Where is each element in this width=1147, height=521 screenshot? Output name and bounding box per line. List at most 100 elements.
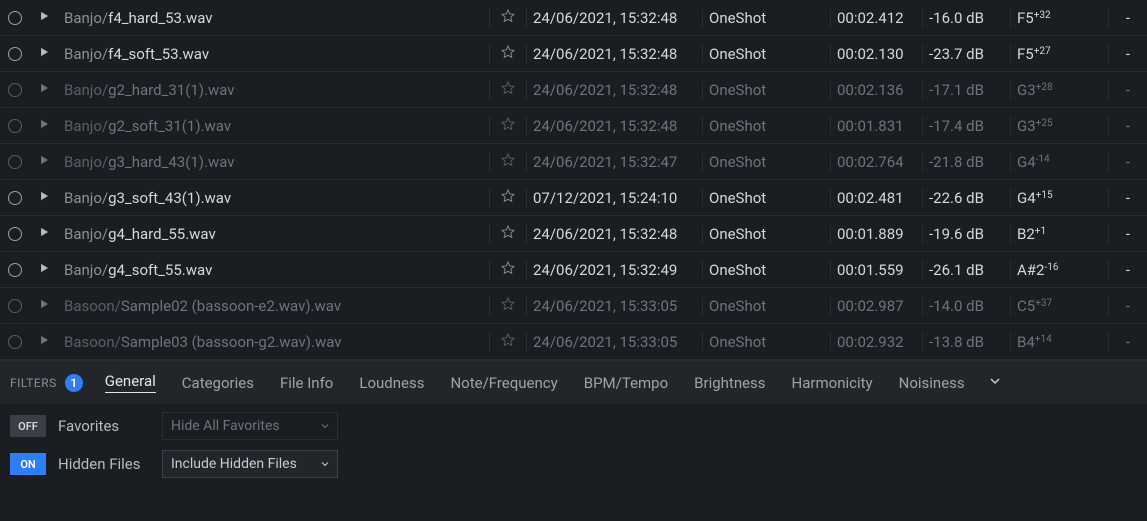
play-icon[interactable]: [37, 45, 51, 63]
play-icon[interactable]: [37, 9, 51, 27]
note-cell: G4-14: [1011, 153, 1109, 171]
file-name: g3_hard_43(1).wav: [108, 153, 234, 171]
table-row[interactable]: Basoon/Sample02 (bassoon-e2.wav).wav24/0…: [0, 288, 1147, 324]
note-value: A#2: [1017, 261, 1044, 279]
star-icon[interactable]: [500, 152, 516, 172]
star-icon[interactable]: [500, 296, 516, 316]
note-cell: B2+1: [1011, 225, 1109, 243]
play-icon[interactable]: [37, 333, 51, 351]
note-value: F5: [1017, 9, 1034, 27]
play-icon[interactable]: [37, 189, 51, 207]
note-cents: -14: [1036, 154, 1050, 165]
date-cell: 24/06/2021, 15:32:48: [527, 225, 703, 243]
note-cell: B4+14: [1011, 333, 1109, 351]
star-icon[interactable]: [500, 188, 516, 208]
row-select-radio[interactable]: [8, 11, 22, 25]
chevron-down-icon[interactable]: [987, 373, 1003, 393]
play-icon[interactable]: [37, 117, 51, 135]
star-icon[interactable]: [500, 116, 516, 136]
date-cell: 24/06/2021, 15:32:48: [527, 9, 703, 27]
row-select-radio[interactable]: [8, 119, 22, 133]
star-icon[interactable]: [500, 224, 516, 244]
table-row[interactable]: Banjo/g4_hard_55.wav 24/06/2021, 15:32:48…: [0, 216, 1147, 252]
file-name: g4_hard_55.wav: [108, 225, 216, 243]
note-cell: A#2-16: [1011, 261, 1109, 279]
folder-path: Banjo/: [64, 117, 108, 135]
favorites-label: Favorites: [58, 417, 150, 435]
filter-tab-file-info[interactable]: File Info: [280, 374, 333, 392]
folder-path: Basoon/: [64, 333, 121, 351]
duration-cell: 00:02.764: [831, 153, 923, 171]
table-row[interactable]: Banjo/g3_hard_43(1).wav24/06/2021, 15:32…: [0, 144, 1147, 180]
folder-path: Banjo/: [64, 261, 108, 279]
row-select-radio[interactable]: [8, 263, 22, 277]
play-icon[interactable]: [37, 225, 51, 243]
filter-tab-bpm-tempo[interactable]: BPM/Tempo: [584, 374, 668, 392]
folder-path: Basoon/: [64, 297, 121, 315]
loudness-cell: -22.6 dB: [923, 189, 1011, 207]
hidden-files-toggle[interactable]: ON: [10, 453, 46, 475]
type-cell: OneShot: [703, 225, 831, 243]
row-select-radio[interactable]: [8, 155, 22, 169]
table-row[interactable]: Banjo/f4_soft_53.wav24/06/2021, 15:32:48…: [0, 36, 1147, 72]
table-row[interactable]: Banjo/g3_soft_43(1).wav07/12/2021, 15:24…: [0, 180, 1147, 216]
loudness-cell: -14.0 dB: [923, 297, 1011, 315]
star-icon[interactable]: [500, 260, 516, 280]
row-select-radio[interactable]: [8, 83, 22, 97]
table-row[interactable]: Basoon/Sample03 (bassoon-g2.wav).wav24/0…: [0, 324, 1147, 360]
type-cell: OneShot: [703, 81, 831, 99]
favorites-filter-row: OFF Favorites Hide All Favorites: [10, 412, 1137, 440]
file-name-cell: Banjo/g2_hard_31(1).wav: [58, 81, 489, 99]
date-cell: 24/06/2021, 15:32:48: [527, 81, 703, 99]
note-value: C5: [1017, 297, 1035, 315]
star-icon[interactable]: [500, 8, 516, 28]
type-cell: OneShot: [703, 9, 831, 27]
row-select-radio[interactable]: [8, 335, 22, 349]
hidden-files-select[interactable]: Include Hidden Files: [162, 450, 338, 478]
type-cell: OneShot: [703, 189, 831, 207]
filter-tab-harmonicity[interactable]: Harmonicity: [792, 374, 873, 392]
row-select-radio[interactable]: [8, 47, 22, 61]
favorites-select-value: Hide All Favorites: [171, 418, 280, 434]
play-icon[interactable]: [37, 261, 51, 279]
filter-tab-loudness[interactable]: Loudness: [359, 374, 424, 392]
play-icon[interactable]: [37, 81, 51, 99]
note-value: F5: [1017, 45, 1034, 63]
row-select-radio[interactable]: [8, 227, 22, 241]
trailing-cell: -: [1109, 81, 1147, 99]
file-name: g3_soft_43(1).wav: [108, 189, 231, 207]
star-icon[interactable]: [500, 332, 516, 352]
loudness-cell: -23.7 dB: [923, 45, 1011, 63]
loudness-cell: -13.8 dB: [923, 333, 1011, 351]
date-cell: 24/06/2021, 15:33:05: [527, 297, 703, 315]
table-row[interactable]: Banjo/g2_hard_31(1).wav 24/06/2021, 15:32…: [0, 72, 1147, 108]
duration-cell: 00:01.559: [831, 261, 923, 279]
file-name-cell: Banjo/g3_soft_43(1).wav: [58, 189, 489, 207]
table-row[interactable]: Banjo/g2_soft_31(1).wav24/06/2021, 15:32…: [0, 108, 1147, 144]
filter-tab-general[interactable]: General: [105, 372, 156, 393]
play-icon[interactable]: [37, 153, 51, 171]
table-row[interactable]: Banjo/f4_hard_53.wav24/06/2021, 15:32:48…: [0, 0, 1147, 36]
row-select-radio[interactable]: [8, 299, 22, 313]
note-value: G3: [1017, 117, 1036, 135]
filter-tab-noisiness[interactable]: Noisiness: [899, 374, 965, 392]
trailing-cell: -: [1109, 117, 1147, 135]
row-select-radio[interactable]: [8, 191, 22, 205]
trailing-cell: -: [1109, 225, 1147, 243]
folder-path: Banjo/: [64, 225, 108, 243]
star-icon[interactable]: [500, 80, 516, 100]
note-cents: +1: [1035, 226, 1046, 237]
filter-tab-note-frequency[interactable]: Note/Frequency: [450, 374, 557, 392]
date-cell: 24/06/2021, 15:32:47: [527, 153, 703, 171]
note-cell: G3+28: [1011, 81, 1109, 99]
loudness-cell: -17.1 dB: [923, 81, 1011, 99]
file-name: g2_soft_31(1).wav: [108, 117, 231, 135]
filters-bar: FILTERS 1 GeneralCategoriesFile InfoLoud…: [0, 360, 1147, 404]
star-icon[interactable]: [500, 44, 516, 64]
play-icon[interactable]: [37, 297, 51, 315]
table-row[interactable]: Banjo/g4_soft_55.wav24/06/2021, 15:32:49…: [0, 252, 1147, 288]
filter-tab-brightness[interactable]: Brightness: [694, 374, 765, 392]
favorites-toggle[interactable]: OFF: [10, 415, 46, 437]
favorites-select[interactable]: Hide All Favorites: [162, 412, 338, 440]
filter-tab-categories[interactable]: Categories: [182, 374, 254, 392]
